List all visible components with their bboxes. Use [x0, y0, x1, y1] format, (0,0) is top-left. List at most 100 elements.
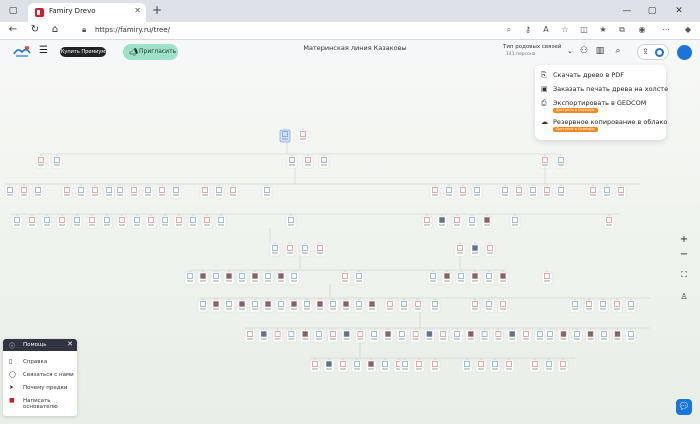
person-card[interactable] — [454, 243, 466, 257]
person-card[interactable] — [465, 329, 477, 343]
person-card[interactable] — [597, 299, 609, 313]
person-card[interactable] — [297, 129, 309, 143]
person-card[interactable] — [340, 299, 352, 313]
person-card[interactable] — [457, 185, 469, 199]
famiry-logo-icon[interactable] — [13, 45, 31, 59]
person-card[interactable] — [314, 243, 326, 257]
person-card[interactable] — [26, 215, 38, 229]
list-view-icon[interactable]: ☰ — [39, 45, 48, 56]
person-card[interactable] — [625, 299, 637, 313]
person-card[interactable] — [131, 215, 143, 229]
person-card[interactable] — [41, 215, 53, 229]
person-card[interactable] — [35, 155, 47, 169]
person-card[interactable] — [451, 329, 463, 343]
person-card[interactable] — [413, 359, 425, 373]
person-card[interactable] — [585, 329, 596, 343]
person-card[interactable] — [327, 299, 339, 313]
person-card[interactable] — [244, 329, 256, 343]
person-card[interactable] — [410, 329, 421, 343]
person-card[interactable] — [56, 215, 68, 229]
person-card[interactable] — [258, 329, 270, 343]
person-card[interactable] — [429, 185, 441, 199]
person-card[interactable] — [285, 215, 297, 229]
person-card[interactable] — [223, 299, 235, 313]
help-item-contact[interactable]: ◯ Связаться с нами — [3, 370, 77, 380]
person-card[interactable] — [513, 185, 525, 199]
person-card[interactable] — [170, 185, 182, 199]
person-card[interactable] — [284, 243, 296, 257]
person-card[interactable] — [469, 299, 481, 313]
person-card[interactable] — [227, 185, 239, 199]
person-card[interactable] — [288, 271, 300, 285]
person-card[interactable] — [399, 359, 411, 373]
avatar[interactable] — [677, 45, 692, 60]
person-card[interactable] — [396, 329, 408, 343]
person-card[interactable] — [272, 329, 283, 343]
person-card[interactable] — [173, 215, 185, 229]
person-card[interactable] — [436, 215, 448, 229]
person-card[interactable] — [275, 299, 287, 313]
home-icon[interactable]: ⌂ — [48, 24, 62, 35]
zoom-page-icon[interactable]: ⌕ — [503, 25, 515, 35]
minimize-icon[interactable]: — — [620, 4, 634, 18]
person-card[interactable] — [479, 329, 490, 343]
person-card[interactable] — [379, 359, 391, 373]
person-card[interactable] — [323, 359, 335, 373]
person-card[interactable] — [51, 155, 63, 169]
person-card[interactable] — [114, 185, 126, 199]
person-card[interactable] — [587, 185, 599, 199]
search-icon[interactable]: ⌕ — [612, 46, 624, 56]
zoom-out-icon[interactable]: − — [677, 248, 691, 262]
person-card[interactable] — [351, 359, 363, 373]
person-card[interactable] — [421, 215, 433, 229]
person-card[interactable] — [262, 271, 274, 285]
person-card[interactable] — [61, 185, 73, 199]
tab-close-icon[interactable]: ✕ — [134, 6, 141, 15]
person-card[interactable] — [441, 271, 453, 285]
copilot-icon[interactable]: ◆ — [682, 25, 694, 34]
person-card[interactable] — [469, 243, 481, 257]
person-card[interactable] — [475, 359, 487, 373]
person-card[interactable] — [299, 243, 311, 257]
buy-premium-button[interactable]: Купить Премиум — [60, 47, 106, 57]
more-options-icon[interactable]: ⋯ — [660, 25, 672, 34]
favorite-star-icon[interactable]: ☆ — [559, 25, 571, 34]
share-icon[interactable]: ⇪ — [642, 47, 649, 56]
person-card[interactable] — [384, 299, 396, 313]
person-card[interactable] — [103, 185, 115, 199]
person-card[interactable] — [497, 271, 509, 285]
person-card[interactable] — [427, 271, 439, 285]
person-card[interactable] — [269, 243, 281, 257]
close-icon[interactable]: ✕ — [67, 340, 73, 348]
person-card[interactable] — [625, 329, 637, 343]
person-card[interactable] — [318, 155, 330, 169]
person-card[interactable] — [541, 271, 553, 285]
person-card[interactable] — [443, 185, 455, 199]
person-card[interactable] — [4, 185, 16, 199]
person-card[interactable] — [493, 329, 504, 343]
person-card[interactable] — [210, 271, 222, 285]
person-card[interactable] — [499, 185, 511, 199]
person-card[interactable] — [483, 271, 495, 285]
person-card[interactable] — [353, 299, 365, 313]
person-card[interactable] — [571, 329, 583, 343]
globe-icon[interactable] — [655, 48, 664, 57]
person-card[interactable] — [612, 329, 623, 343]
person-card[interactable] — [327, 329, 339, 343]
person-card[interactable] — [455, 271, 467, 285]
close-window-icon[interactable]: ✕ — [672, 4, 686, 18]
person-card[interactable] — [128, 185, 140, 199]
person-card[interactable] — [539, 155, 551, 169]
person-card[interactable] — [309, 359, 321, 373]
maximize-icon[interactable]: ▢ — [645, 4, 659, 18]
person-card[interactable] — [301, 299, 313, 313]
person-card[interactable] — [249, 299, 261, 313]
back-icon[interactable]: ← — [6, 24, 20, 35]
person-card[interactable] — [75, 185, 87, 199]
menu-item-download-pdf[interactable]: ⎘ Скачать древо в PDF — [535, 69, 666, 84]
support-chat-button[interactable]: 💬︎ — [676, 399, 692, 415]
read-aloud-icon[interactable]: A — [540, 25, 552, 34]
person-card[interactable] — [299, 329, 311, 343]
profile-icon[interactable]: ◉ — [636, 25, 648, 34]
person-card[interactable] — [520, 329, 532, 343]
